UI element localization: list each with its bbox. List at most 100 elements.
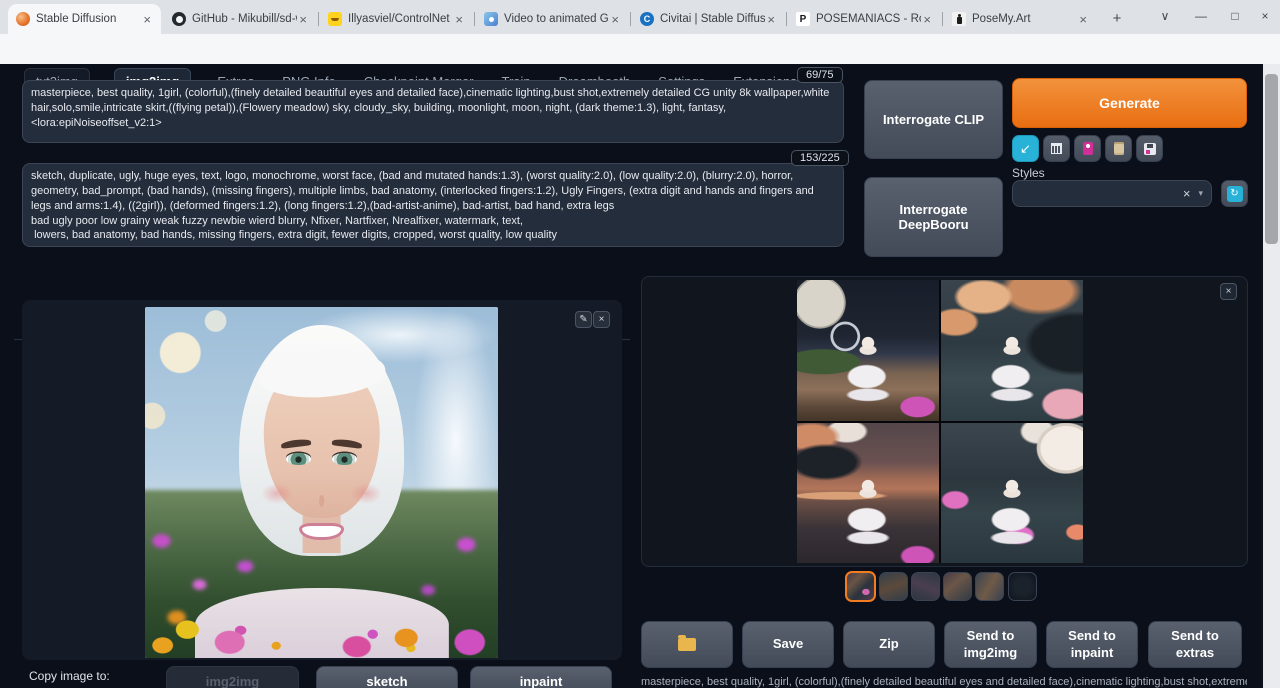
portrait-eye — [286, 453, 311, 465]
stable-diffusion-favicon — [16, 12, 30, 26]
copy-image-to-label: Copy image to: — [29, 669, 110, 683]
gallery-thumbnail[interactable] — [975, 572, 1004, 601]
portrait-blush — [350, 483, 382, 504]
girl-figure — [981, 336, 1043, 406]
tab-title: GitHub - Mikubill/sd-webui-con — [192, 13, 297, 25]
refresh-icon: ↻ — [1227, 186, 1243, 202]
gallery-thumbnail[interactable] — [911, 572, 940, 601]
tab-close-icon[interactable]: × — [921, 12, 933, 27]
result-image-3[interactable] — [797, 423, 939, 564]
portrait-eye — [332, 453, 357, 465]
zip-button[interactable]: Zip — [843, 621, 935, 668]
trash-icon — [1051, 143, 1062, 154]
close-icon: × — [1226, 286, 1232, 297]
girl-figure — [981, 479, 1043, 549]
paste-arrow-icon: ↙ — [1020, 141, 1031, 157]
gallery-close-button[interactable]: × — [1220, 283, 1237, 300]
window-minimize-button[interactable]: — — [1186, 2, 1216, 30]
window-maximize-button[interactable]: □ — [1220, 2, 1250, 30]
tab-close-icon[interactable]: × — [609, 12, 621, 27]
page-scrollbar[interactable] — [1263, 64, 1280, 688]
generate-button[interactable]: Generate — [1012, 78, 1247, 128]
tab-close-icon[interactable]: × — [297, 12, 309, 27]
tab-separator — [942, 12, 943, 26]
posemaniacs-favicon: P — [796, 12, 810, 26]
prompt-token-counter: 69/75 — [797, 67, 843, 83]
browser-tab-civitai[interactable]: C Civitai | Stable Diffusion models × — [632, 4, 785, 34]
browser-tab-gif-converter[interactable]: Video to animated GIF converter × — [476, 4, 629, 34]
window-close-button[interactable]: × — [1250, 2, 1280, 30]
result-image-4[interactable] — [941, 423, 1083, 564]
folder-icon — [678, 638, 696, 651]
new-tab-button[interactable]: + — [1106, 7, 1128, 29]
negative-prompt-token-counter: 153/225 — [791, 150, 849, 166]
result-image-1[interactable] — [797, 280, 939, 421]
tab-close-icon[interactable]: × — [141, 12, 153, 27]
gallery-thumbnail[interactable] — [1008, 572, 1037, 601]
send-to-img2img-button[interactable]: Send to img2img — [944, 621, 1037, 668]
prompt-input[interactable]: masterpiece, best quality, 1girl, (color… — [22, 80, 844, 143]
remove-image-button[interactable]: × — [593, 311, 610, 328]
copy-to-sketch-button[interactable]: sketch — [316, 666, 458, 688]
browser-tab-posemyart[interactable]: PoseMy.Art × — [944, 4, 1097, 34]
gallery-thumbnail[interactable] — [943, 572, 972, 601]
girl-figure — [837, 336, 899, 406]
extra-networks-button[interactable] — [1074, 135, 1101, 162]
styles-dropdown[interactable]: × ▾ — [1012, 180, 1212, 207]
huggingface-favicon — [328, 12, 342, 26]
browser-tab-posemaniacs[interactable]: P POSEMANIACS - Royalty free 3 × — [788, 4, 941, 34]
copy-to-inpaint-button[interactable]: inpaint — [470, 666, 612, 688]
send-to-inpaint-button[interactable]: Send to inpaint — [1046, 621, 1138, 668]
copy-to-img2img-button: img2img — [166, 666, 299, 688]
tab-close-icon[interactable]: × — [1077, 12, 1089, 27]
portrait-foreground-flowers — [145, 595, 498, 658]
tab-search-chevron-icon[interactable]: ∨ — [1150, 2, 1180, 30]
github-favicon — [172, 12, 186, 26]
browser-tab-stable-diffusion[interactable]: Stable Diffusion × — [8, 4, 161, 34]
pencil-icon: ✎ — [579, 314, 587, 325]
interrogate-deepbooru-button[interactable]: Interrogate DeepBooru — [864, 177, 1003, 257]
tab-title: Civitai | Stable Diffusion models — [660, 13, 765, 25]
tab-title: POSEMANIACS - Royalty free 3 — [816, 13, 921, 25]
open-folder-button[interactable] — [641, 621, 733, 668]
tab-title: Stable Diffusion — [36, 13, 141, 25]
tab-separator — [786, 12, 787, 26]
interrogate-clip-button[interactable]: Interrogate CLIP — [864, 80, 1003, 159]
civitai-favicon: C — [640, 12, 654, 26]
close-icon: × — [599, 314, 605, 325]
styles-clear-icon[interactable]: × — [1183, 186, 1191, 201]
send-to-extras-button[interactable]: Send to extras — [1148, 621, 1242, 668]
save-button[interactable]: Save — [742, 621, 834, 668]
tab-separator — [630, 12, 631, 26]
clear-prompt-button[interactable] — [1043, 135, 1070, 162]
paste-generation-params-button[interactable]: ↙ — [1012, 135, 1039, 162]
chevron-down-icon: ▾ — [1198, 188, 1203, 199]
portrait-blush — [261, 483, 293, 504]
clipboard-icon — [1114, 142, 1124, 155]
tab-title: Video to animated GIF converter — [504, 13, 609, 25]
result-image-2[interactable] — [941, 280, 1083, 421]
tab-close-icon[interactable]: × — [765, 12, 777, 27]
tab-separator — [318, 12, 319, 26]
gallery-thumbnail[interactable] — [879, 572, 908, 601]
portrait-smile — [299, 523, 345, 540]
floppy-save-icon — [1144, 143, 1156, 155]
scrollbar-thumb[interactable] — [1265, 74, 1278, 244]
generation-info-text: masterpiece, best quality, 1girl, (color… — [641, 676, 1247, 688]
gallery-thumbnail-selected[interactable] — [845, 571, 876, 602]
browser-tab-controlnet[interactable]: Illyasviel/ControlNet at main × — [320, 4, 473, 34]
stable-diffusion-webui-page: txt2img img2img Extras PNG Info Checkpoi… — [0, 64, 1263, 688]
edit-image-button[interactable]: ✎ — [575, 311, 592, 328]
tab-title: Illyasviel/ControlNet at main — [348, 13, 453, 25]
img2img-source-image-area[interactable]: ✎ × — [22, 300, 622, 660]
tab-separator — [474, 12, 475, 26]
posemyart-favicon — [952, 12, 966, 26]
negative-prompt-input[interactable]: sketch, duplicate, ugly, huge eyes, text… — [22, 163, 844, 247]
styles-refresh-button[interactable]: ↻ — [1221, 180, 1248, 207]
result-image-grid[interactable] — [797, 280, 1083, 563]
tab-close-icon[interactable]: × — [453, 12, 465, 27]
apply-style-button[interactable] — [1105, 135, 1132, 162]
browser-tab-github[interactable]: GitHub - Mikubill/sd-webui-con × — [164, 4, 317, 34]
browser-tabstrip: Stable Diffusion × GitHub - Mikubill/sd-… — [0, 0, 1280, 34]
save-style-button[interactable] — [1136, 135, 1163, 162]
